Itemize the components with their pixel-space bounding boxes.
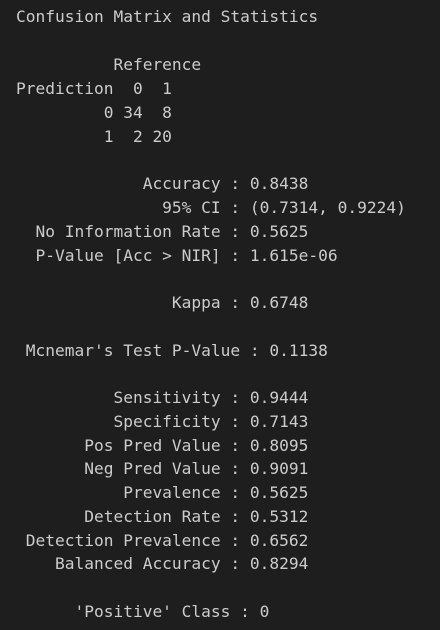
stat-95-ci: 95% CI : (0.7314, 0.9224) (16, 198, 406, 217)
stat-specificity: Specificity : 0.7143 (16, 412, 309, 431)
matrix-column-header: Prediction 0 1 (16, 79, 172, 98)
stat-pos-pred-value: Pos Pred Value : 0.8095 (16, 436, 309, 455)
matrix-row-1: 1 2 20 (16, 127, 172, 146)
stat-balanced-accuracy: Balanced Accuracy : 0.8294 (16, 554, 309, 573)
stat-detection-rate: Detection Rate : 0.5312 (16, 507, 309, 526)
stat-neg-pred-value: Neg Pred Value : 0.9091 (16, 459, 309, 478)
stat-kappa: Kappa : 0.6748 (16, 293, 309, 312)
stat-accuracy: Accuracy : 0.8438 (16, 174, 309, 193)
matrix-reference-header: Reference (16, 55, 202, 74)
stat-no-information-rate: No Information Rate : 0.5625 (16, 222, 309, 241)
stat-prevalence: Prevalence : 0.5625 (16, 483, 309, 502)
console-output: Confusion Matrix and Statistics Referenc… (0, 0, 440, 630)
stat-detection-prevalence: Detection Prevalence : 0.6562 (16, 531, 309, 550)
matrix-row-0: 0 34 8 (16, 103, 172, 122)
stat-positive-class: 'Positive' Class : 0 (16, 602, 270, 621)
stat-mcnemar-p-value: Mcnemar's Test P-Value : 0.1138 (16, 341, 328, 360)
stat-p-value: P-Value [Acc > NIR] : 1.615e-06 (16, 246, 338, 265)
stat-sensitivity: Sensitivity : 0.9444 (16, 388, 309, 407)
output-title: Confusion Matrix and Statistics (16, 7, 319, 26)
